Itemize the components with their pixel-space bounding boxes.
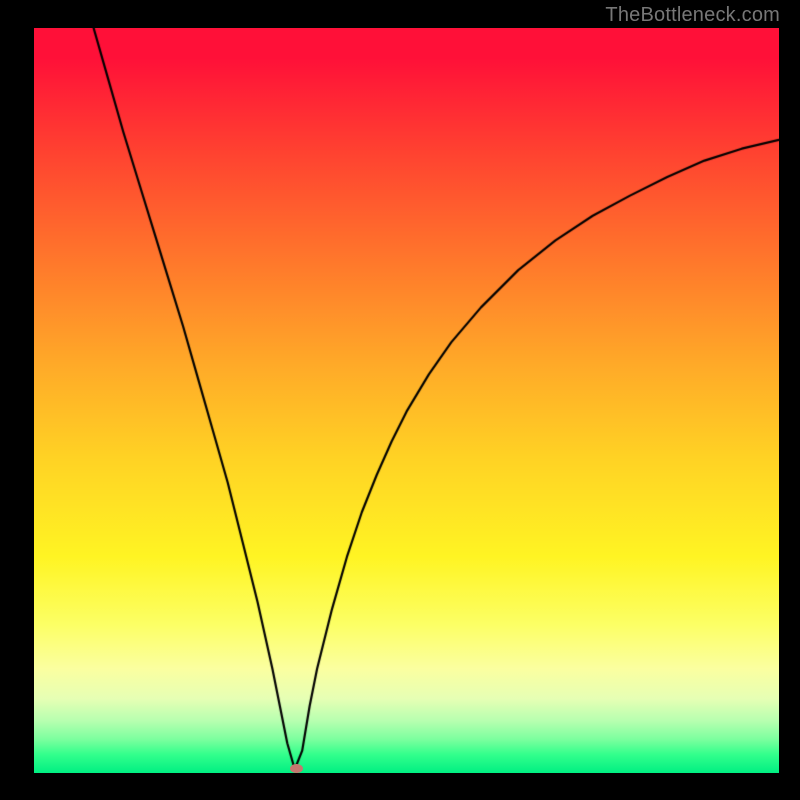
watermark-text: TheBottleneck.com xyxy=(605,4,780,27)
plot-area xyxy=(34,28,779,773)
bottleneck-curve xyxy=(34,28,779,773)
optimal-point-marker xyxy=(290,764,303,772)
